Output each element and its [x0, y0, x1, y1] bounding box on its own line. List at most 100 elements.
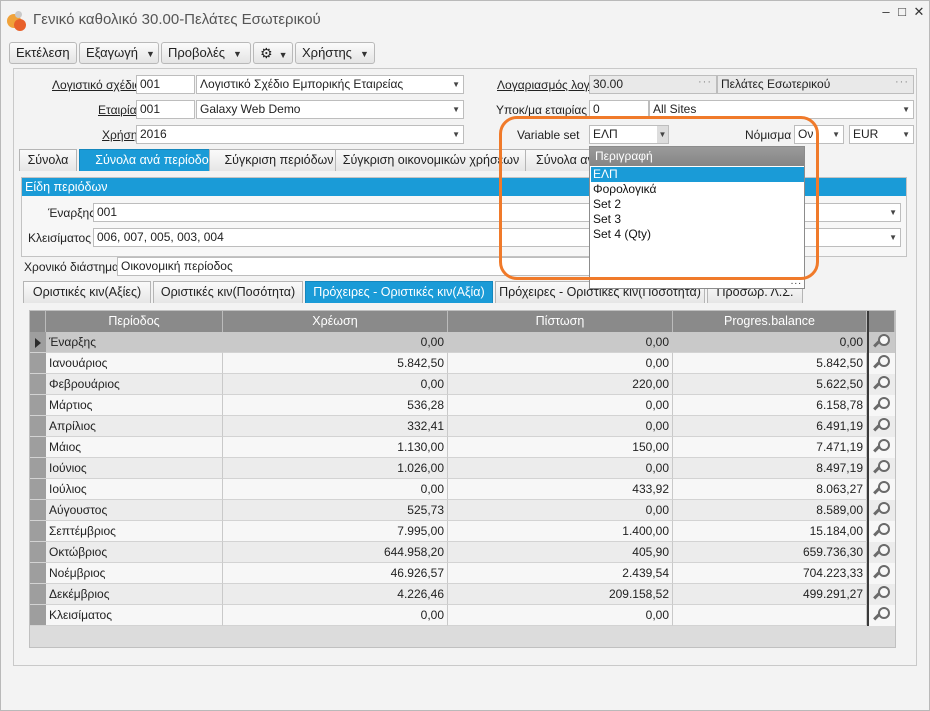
company-label[interactable]: Εταιρία: [98, 103, 137, 117]
tab-totals[interactable]: Σύνολα: [19, 149, 77, 171]
cell-balance[interactable]: 8.063,27: [673, 479, 867, 500]
chevron-down-icon[interactable]: ▼: [832, 126, 840, 143]
chart-of-accounts-code[interactable]: 001: [136, 75, 195, 94]
cell-debit[interactable]: 644.958,20: [223, 542, 448, 563]
cell-credit[interactable]: 0,00: [448, 605, 673, 626]
cell-balance[interactable]: 8.589,00: [673, 500, 867, 521]
search-icon[interactable]: [867, 374, 895, 395]
cell-period[interactable]: Νοέμβριος: [46, 563, 223, 584]
cell-debit[interactable]: 0,00: [223, 374, 448, 395]
row-indicator[interactable]: [30, 584, 46, 605]
table-row[interactable]: Σεπτέμβριος 7.995,00 1.400,00 15.184,00: [30, 521, 895, 542]
search-icon[interactable]: [867, 437, 895, 458]
cell-credit[interactable]: 0,00: [448, 395, 673, 416]
cell-debit[interactable]: 332,41: [223, 416, 448, 437]
chevron-down-icon[interactable]: ▼: [902, 101, 910, 118]
close-button[interactable]: ✕: [911, 4, 927, 20]
table-row[interactable]: Φεβρουάριος 0,00 220,00 5.622,50: [30, 374, 895, 395]
search-icon[interactable]: [867, 584, 895, 605]
search-icon[interactable]: [867, 521, 895, 542]
cell-credit[interactable]: 0,00: [448, 458, 673, 479]
cell-credit[interactable]: 1.400,00: [448, 521, 673, 542]
row-indicator[interactable]: [30, 353, 46, 374]
table-row[interactable]: Έναρξης 0,00 0,00 0,00: [30, 332, 895, 353]
column-header-debit[interactable]: Χρέωση: [223, 311, 448, 332]
minimize-button[interactable]: –: [878, 4, 894, 20]
cell-debit[interactable]: 0,00: [223, 332, 448, 353]
cell-debit[interactable]: 536,28: [223, 395, 448, 416]
cell-balance[interactable]: 7.471,19: [673, 437, 867, 458]
chevron-down-icon[interactable]: ▼: [452, 126, 460, 143]
cell-period[interactable]: Έναρξης: [46, 332, 223, 353]
search-icon[interactable]: [867, 479, 895, 500]
row-indicator[interactable]: [30, 605, 46, 626]
cell-balance[interactable]: 499.291,27: [673, 584, 867, 605]
table-row[interactable]: Νοέμβριος 46.926,57 2.439,54 704.223,33: [30, 563, 895, 584]
cell-period[interactable]: Μάρτιος: [46, 395, 223, 416]
cell-debit[interactable]: 525,73: [223, 500, 448, 521]
cell-credit[interactable]: 2.439,54: [448, 563, 673, 584]
execute-button[interactable]: Εκτέλεση: [9, 42, 77, 64]
cell-credit[interactable]: 0,00: [448, 500, 673, 521]
cell-credit[interactable]: 209.158,52: [448, 584, 673, 605]
chevron-down-icon[interactable]: ▼: [889, 204, 897, 221]
column-header-credit[interactable]: Πίστωση: [448, 311, 673, 332]
cell-period[interactable]: Σεπτέμβριος: [46, 521, 223, 542]
cell-credit[interactable]: 220,00: [448, 374, 673, 395]
company-code[interactable]: 001: [136, 100, 195, 119]
search-icon[interactable]: [867, 332, 895, 353]
cell-period[interactable]: Κλεισίματος: [46, 605, 223, 626]
table-row[interactable]: Μάρτιος 536,28 0,00 6.158,78: [30, 395, 895, 416]
search-icon[interactable]: [867, 395, 895, 416]
cell-balance[interactable]: 5.622,50: [673, 374, 867, 395]
cell-debit[interactable]: 0,00: [223, 479, 448, 500]
cell-debit[interactable]: 0,00: [223, 605, 448, 626]
search-icon[interactable]: [867, 353, 895, 374]
cell-period[interactable]: Απρίλιος: [46, 416, 223, 437]
tab-final-values[interactable]: Οριστικές κιν(Αξίες): [23, 281, 151, 303]
row-indicator[interactable]: [30, 374, 46, 395]
cell-balance[interactable]: 0,00: [673, 332, 867, 353]
chart-of-accounts-label[interactable]: Λογιστικό σχέδιο: [52, 78, 141, 92]
cell-credit[interactable]: 405,90: [448, 542, 673, 563]
account-code[interactable]: 30.00 ···: [589, 75, 717, 94]
ellipsis-icon[interactable]: ···: [895, 76, 909, 91]
maximize-button[interactable]: □: [894, 4, 910, 20]
cell-debit[interactable]: 5.842,50: [223, 353, 448, 374]
cell-credit[interactable]: 0,00: [448, 416, 673, 437]
cell-period[interactable]: Φεβρουάριος: [46, 374, 223, 395]
tab-draft-final-value[interactable]: Πρόχειρες - Οριστικές κιν(Αξία): [305, 281, 493, 303]
cell-period[interactable]: Μάιος: [46, 437, 223, 458]
chart-of-accounts-select[interactable]: Λογιστικό Σχέδιο Εμπορικής Εταιρείας ▼: [196, 75, 464, 94]
usage-button[interactable]: Χρήστης ▼: [295, 42, 375, 64]
tab-final-quantity[interactable]: Οριστικές κιν(Ποσότητα): [153, 281, 303, 303]
cell-credit[interactable]: 150,00: [448, 437, 673, 458]
cell-period[interactable]: Οκτώβριος: [46, 542, 223, 563]
chevron-down-icon[interactable]: ▼: [452, 101, 460, 118]
row-indicator[interactable]: [30, 563, 46, 584]
cell-debit[interactable]: 46.926,57: [223, 563, 448, 584]
cell-balance[interactable]: 5.842,50: [673, 353, 867, 374]
search-icon[interactable]: [867, 500, 895, 521]
cell-credit[interactable]: 0,00: [448, 353, 673, 374]
cell-period[interactable]: Ιανουάριος: [46, 353, 223, 374]
ellipsis-icon[interactable]: ···: [698, 76, 712, 91]
row-indicator[interactable]: [30, 479, 46, 500]
settings-button[interactable]: ⚙ ▼: [253, 42, 293, 64]
table-row[interactable]: Κλεισίματος 0,00 0,00: [30, 605, 895, 626]
search-icon[interactable]: [867, 458, 895, 479]
chevron-down-icon[interactable]: ▼: [889, 229, 897, 246]
cell-debit[interactable]: 7.995,00: [223, 521, 448, 542]
tab-period-comparison[interactable]: Σύγκριση περιόδων: [209, 149, 349, 171]
cell-debit[interactable]: 1.130,00: [223, 437, 448, 458]
cell-balance[interactable]: 6.158,78: [673, 395, 867, 416]
column-header-balance[interactable]: Progres.balance: [673, 311, 867, 332]
cell-period[interactable]: Ιούλιος: [46, 479, 223, 500]
cell-debit[interactable]: 4.226,46: [223, 584, 448, 605]
table-row[interactable]: Ιούλιος 0,00 433,92 8.063,27: [30, 479, 895, 500]
views-button[interactable]: Προβολές ▼: [161, 42, 251, 64]
row-indicator[interactable]: [30, 437, 46, 458]
cell-balance[interactable]: 659.736,30: [673, 542, 867, 563]
row-indicator[interactable]: [30, 500, 46, 521]
row-indicator[interactable]: [30, 332, 46, 353]
